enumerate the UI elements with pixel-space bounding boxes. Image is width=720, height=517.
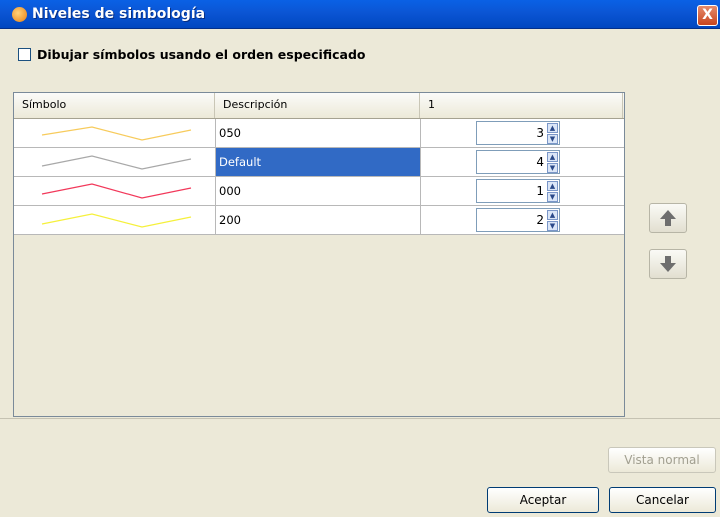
symbol-cell bbox=[14, 177, 216, 205]
cancel-button[interactable]: Cancelar bbox=[609, 487, 716, 513]
column-header-level[interactable]: 1 bbox=[420, 93, 623, 118]
level-value[interactable]: 4 bbox=[536, 155, 544, 169]
description-text: 000 bbox=[219, 184, 241, 198]
title-bar: Niveles de simbología X bbox=[0, 0, 720, 29]
arrow-down-icon bbox=[660, 256, 676, 272]
table-row[interactable]: 000 1 ▲ ▼ bbox=[14, 177, 624, 206]
level-spinner[interactable]: 4 ▲ ▼ bbox=[476, 150, 560, 174]
order-checkbox[interactable] bbox=[18, 48, 31, 61]
spinner-up-icon[interactable]: ▲ bbox=[547, 152, 558, 162]
description-text: Default bbox=[219, 155, 262, 169]
level-spinner[interactable]: 3 ▲ ▼ bbox=[476, 121, 560, 145]
level-spinner[interactable]: 2 ▲ ▼ bbox=[476, 208, 560, 232]
normal-view-button[interactable]: Vista normal bbox=[608, 447, 716, 473]
line-symbol-preview bbox=[41, 126, 192, 141]
order-checkbox-label: Dibujar símbolos usando el orden especif… bbox=[37, 47, 366, 62]
line-symbol-preview bbox=[41, 155, 192, 170]
separator bbox=[0, 418, 720, 419]
move-up-button[interactable] bbox=[649, 203, 687, 233]
description-cell[interactable]: Default bbox=[216, 148, 421, 176]
window-title: Niveles de simbología bbox=[32, 6, 206, 22]
table-row[interactable]: 050 3 ▲ ▼ bbox=[14, 119, 624, 148]
description-text: 050 bbox=[219, 126, 241, 140]
spinner-up-icon[interactable]: ▲ bbox=[547, 123, 558, 133]
close-button[interactable]: X bbox=[697, 5, 718, 26]
column-header-description[interactable]: Descripción bbox=[215, 93, 420, 118]
table-header: Símbolo Descripción 1 bbox=[14, 93, 624, 119]
move-down-button[interactable] bbox=[649, 249, 687, 279]
level-value[interactable]: 3 bbox=[536, 126, 544, 140]
level-value[interactable]: 2 bbox=[536, 213, 544, 227]
spinner-down-icon[interactable]: ▼ bbox=[547, 134, 558, 144]
description-cell[interactable]: 050 bbox=[216, 119, 421, 147]
spinner-down-icon[interactable]: ▼ bbox=[547, 163, 558, 173]
line-symbol-preview bbox=[41, 183, 192, 199]
description-text: 200 bbox=[219, 213, 241, 227]
table-row[interactable]: 200 2 ▲ ▼ bbox=[14, 206, 624, 235]
symbol-cell bbox=[14, 148, 216, 176]
symbol-cell bbox=[14, 206, 216, 234]
description-cell[interactable]: 000 bbox=[216, 177, 421, 205]
column-header-symbol[interactable]: Símbolo bbox=[14, 93, 215, 118]
description-cell[interactable]: 200 bbox=[216, 206, 421, 234]
level-value[interactable]: 1 bbox=[536, 184, 544, 198]
level-spinner[interactable]: 1 ▲ ▼ bbox=[476, 179, 560, 203]
arrow-up-icon bbox=[660, 210, 676, 226]
spinner-up-icon[interactable]: ▲ bbox=[547, 181, 558, 191]
spinner-up-icon[interactable]: ▲ bbox=[547, 210, 558, 220]
spinner-down-icon[interactable]: ▼ bbox=[547, 221, 558, 231]
accept-button[interactable]: Aceptar bbox=[487, 487, 599, 513]
symbol-cell bbox=[14, 119, 216, 147]
line-symbol-preview bbox=[41, 213, 192, 228]
table-row[interactable]: Default 4 ▲ ▼ bbox=[14, 148, 624, 177]
spinner-down-icon[interactable]: ▼ bbox=[547, 192, 558, 202]
app-icon bbox=[12, 7, 27, 22]
symbol-levels-table: Símbolo Descripción 1 050 3 ▲ ▼ Default bbox=[13, 92, 625, 417]
